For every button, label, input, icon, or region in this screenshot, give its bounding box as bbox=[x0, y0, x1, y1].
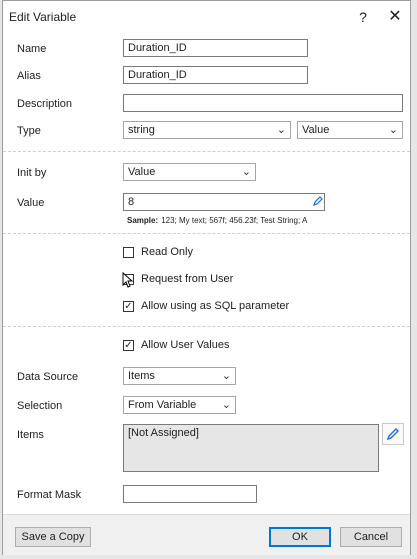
sample-label: Sample: bbox=[127, 216, 159, 225]
alias-field[interactable]: Duration_ID bbox=[123, 66, 308, 84]
request-from-user-label: Request from User bbox=[141, 273, 234, 285]
ok-button[interactable]: OK bbox=[269, 527, 331, 547]
sample-hint: Sample: 123; My text; 567f; 456.23f; Tes… bbox=[127, 214, 307, 226]
dialog-title: Edit Variable bbox=[9, 10, 77, 24]
items-box[interactable]: [Not Assigned] bbox=[123, 424, 379, 472]
description-label: Description bbox=[17, 98, 73, 110]
type-label: Type bbox=[17, 125, 41, 137]
chevron-down-icon: ⌄ bbox=[221, 370, 231, 382]
data-source-select-value: Items bbox=[128, 370, 155, 382]
mouse-cursor-icon bbox=[122, 272, 134, 288]
cancel-button[interactable]: Cancel bbox=[340, 527, 402, 547]
sample-text: 123; My text; 567f; 456.23f; Test String… bbox=[161, 216, 308, 225]
edit-variable-dialog: Edit Variable ? ✕ Name Duration_ID Alias… bbox=[2, 0, 411, 555]
type-kind-select-value: Value bbox=[302, 124, 330, 136]
save-a-copy-button[interactable]: Save a Copy bbox=[15, 527, 91, 547]
read-only-checkbox[interactable] bbox=[123, 247, 134, 258]
edit-items-button[interactable] bbox=[382, 423, 404, 445]
close-button[interactable]: ✕ bbox=[384, 6, 406, 28]
section-divider bbox=[3, 326, 410, 327]
format-mask-field[interactable] bbox=[123, 485, 257, 503]
chevron-down-icon: ⌄ bbox=[241, 166, 251, 178]
type-select-value: string bbox=[128, 124, 155, 136]
read-only-label: Read Only bbox=[141, 246, 193, 258]
alias-label: Alias bbox=[17, 70, 41, 82]
chevron-down-icon: ⌄ bbox=[388, 124, 398, 136]
allow-sql-label: Allow using as SQL parameter bbox=[141, 300, 290, 312]
value-field-text: 8 bbox=[128, 196, 135, 208]
data-source-label: Data Source bbox=[17, 371, 79, 383]
items-label: Items bbox=[17, 429, 44, 441]
name-label: Name bbox=[17, 43, 47, 55]
value-label: Value bbox=[17, 197, 45, 209]
allow-user-values-checkbox[interactable]: ✓ bbox=[123, 340, 134, 351]
section-divider bbox=[3, 233, 410, 234]
init-by-select[interactable]: Value ⌄ bbox=[123, 163, 256, 181]
value-field[interactable]: 8 bbox=[123, 193, 325, 211]
section-divider bbox=[3, 151, 410, 152]
help-button[interactable]: ? bbox=[352, 6, 374, 28]
pencil-icon bbox=[386, 428, 399, 441]
init-by-label: Init by bbox=[17, 167, 47, 179]
data-source-select[interactable]: Items ⌄ bbox=[123, 367, 236, 385]
selection-select[interactable]: From Variable ⌄ bbox=[123, 396, 236, 414]
description-field[interactable] bbox=[123, 94, 403, 112]
name-field[interactable]: Duration_ID bbox=[123, 39, 308, 57]
format-mask-label: Format Mask bbox=[17, 489, 82, 501]
init-by-select-value: Value bbox=[128, 166, 156, 178]
type-select[interactable]: string ⌄ bbox=[123, 121, 291, 139]
chevron-down-icon: ⌄ bbox=[276, 124, 286, 136]
type-kind-select[interactable]: Value ⌄ bbox=[297, 121, 403, 139]
allow-user-values-label: Allow User Values bbox=[141, 339, 230, 351]
items-value: [Not Assigned] bbox=[128, 427, 199, 439]
chevron-down-icon: ⌄ bbox=[221, 399, 231, 411]
pencil-icon[interactable] bbox=[312, 196, 323, 207]
selection-label: Selection bbox=[17, 400, 63, 412]
selection-select-value: From Variable bbox=[128, 399, 197, 411]
allow-sql-checkbox[interactable]: ✓ bbox=[123, 301, 134, 312]
